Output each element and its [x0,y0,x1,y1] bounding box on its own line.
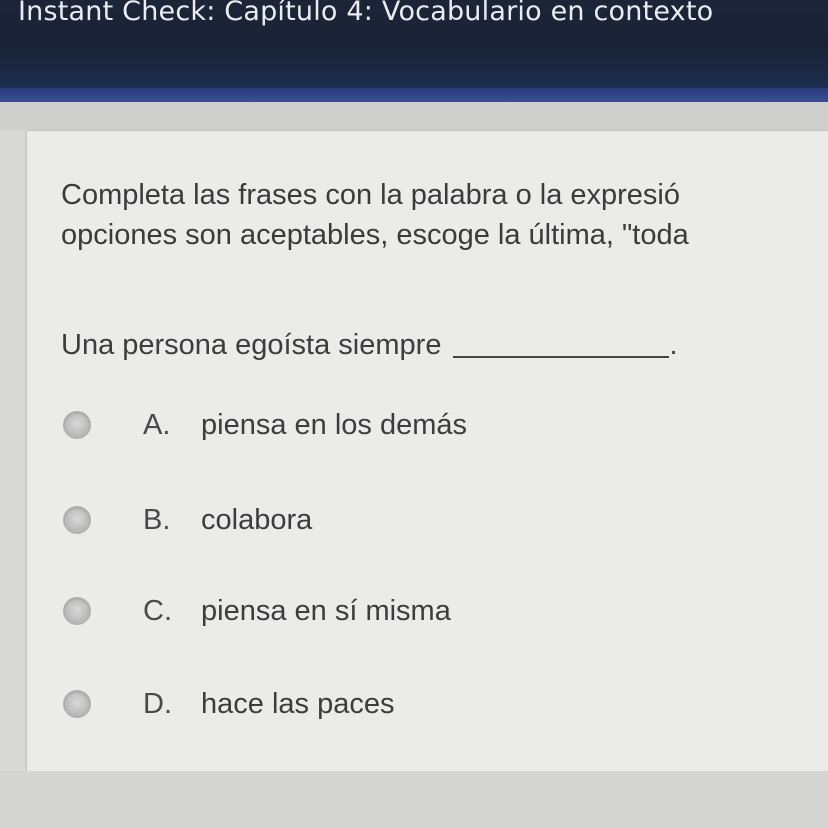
option-c[interactable]: C. piensa en sí misma [63,591,451,631]
question-card: Completa las frases con la palabra o la … [26,130,828,772]
question-prompt: Una persona egoísta siempre. [61,329,678,362]
option-letter: B. [143,503,171,536]
page-background-bottom [0,771,828,828]
radio-button-icon[interactable] [63,690,91,718]
instructions-text: Completa las frases con la palabra o la … [61,175,828,255]
radio-button-icon[interactable] [63,597,91,625]
question-prompt-end: . [669,329,678,361]
option-text: hace las paces [201,687,395,720]
option-text: colabora [201,503,313,536]
radio-button-icon[interactable] [63,411,91,439]
option-letter: A. [143,408,171,441]
radio-button-icon[interactable] [63,506,91,534]
answer-blank [453,332,670,358]
header-accent-bar [0,88,828,102]
option-letter: C. [143,594,172,627]
instructions-line-2: opciones son aceptables, escoge la últim… [61,219,689,251]
question-prompt-text: Una persona egoísta siempre [61,329,442,361]
content-background-band [0,102,828,130]
option-letter: D. [143,687,172,720]
option-a[interactable]: A. piensa en los demás [63,405,467,445]
instructions-line-1: Completa las frases con la palabra o la … [61,179,680,211]
option-b[interactable]: B. colabora [63,500,312,540]
app-header: Instant Check: Capítulo 4: Vocabulario e… [0,0,828,88]
option-text: piensa en sí misma [201,594,451,627]
page-title: Instant Check: Capítulo 4: Vocabulario e… [18,0,714,27]
option-text: piensa en los demás [201,408,467,441]
option-d[interactable]: D. hace las paces [63,684,394,724]
